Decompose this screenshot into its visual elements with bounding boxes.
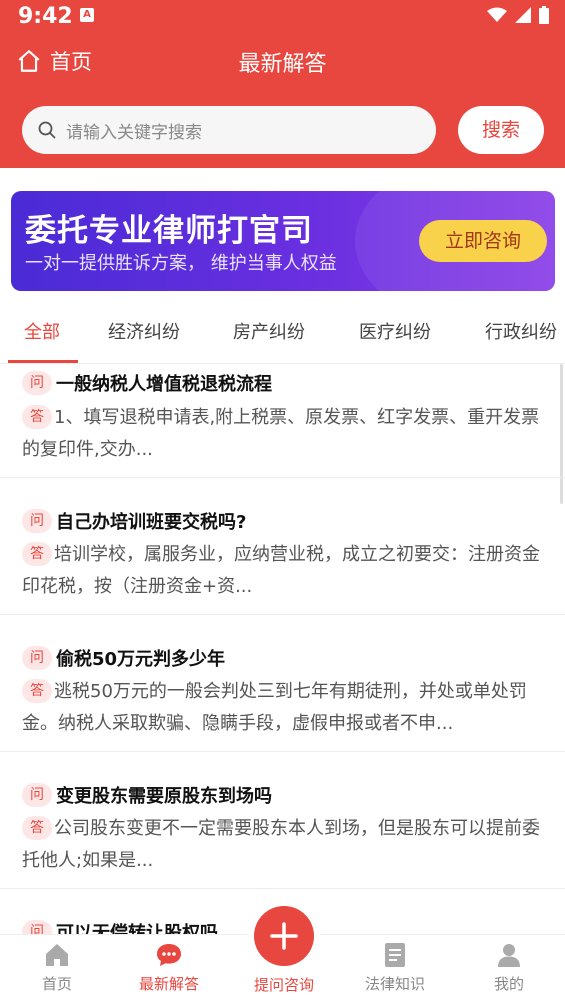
nav-home-label: 首页 [41, 975, 72, 993]
nav-latest-label: 最新解答 [138, 975, 199, 993]
answer-snippet: 答 1、填写退税申请表,附上税票、原发票、红字发票、重开发票的复印件,交办... [22, 402, 542, 466]
answer-snippet: 答培训学校，属服务业，应纳营业税，成立之初要交：注册资金印花税，按（注册资金+资… [22, 539, 542, 603]
category-tabs: 全部 经济纠纷 房产纠纷 医疗纠纷 行政纠纷 [0, 306, 565, 364]
book-icon [385, 943, 405, 967]
search-input[interactable]: 请输入关键字搜索 [22, 106, 436, 154]
status-time: 9:42 [18, 4, 73, 29]
question-badge: 问 [22, 646, 52, 670]
user-icon [498, 944, 520, 967]
list-item[interactable]: 问 一般纳税人增值税退税流程 答 1、填写退税申请表,附上税票、原发票、红字发票、… [0, 364, 565, 478]
header: 9:42 A 最新解答 首页 请输入关键字搜索 搜索 [0, 0, 565, 168]
answer-badge: 答 [22, 542, 52, 566]
search-row: 请输入关键字搜索 搜索 [0, 104, 565, 156]
question-title: 偷税50万元判多少年 [56, 649, 226, 670]
tab-economic[interactable]: 经济纠纷 [108, 318, 180, 344]
search-button[interactable]: 搜索 [458, 106, 544, 154]
tab-medical[interactable]: 医疗纠纷 [359, 318, 431, 344]
nav-home[interactable]: 首页 [12, 941, 102, 994]
promo-banner[interactable]: 委托专业律师打官司 一对一提供胜诉方案， 维护当事人权益 立即咨询 [11, 191, 555, 291]
home-icon [18, 50, 40, 72]
nav-legal-knowledge[interactable]: 法律知识 [350, 941, 440, 994]
answer-badge: 答 [22, 679, 52, 703]
question-line: 问 变更股东需要原股东到场吗 [22, 782, 272, 808]
question-badge: 问 [22, 509, 52, 533]
question-badge: 问 [22, 371, 52, 395]
plus-icon [270, 922, 298, 950]
nav-mine[interactable]: 我的 [464, 941, 554, 994]
question-title: 一般纳税人增值税退税流程 [56, 374, 272, 395]
answer-badge: 答 [22, 405, 52, 429]
status-bar: 9:42 A [0, 0, 565, 34]
question-line: 问 一般纳税人增值税退税流程 [22, 370, 272, 396]
list-item[interactable]: 问 变更股东需要原股东到场吗 答公司股东变更不一定需要股东本人到场，但是股东可以… [0, 752, 565, 889]
home-icon [46, 944, 68, 966]
nav-bar: 最新解答 首页 [0, 40, 565, 84]
answer-snippet: 答公司股东变更不一定需要股东本人到场，但是股东可以提前委托他人;如果是... [22, 813, 542, 877]
wifi-icon [487, 7, 507, 22]
question-title: 自己办培训班要交税吗? [56, 512, 247, 533]
list-item[interactable]: 问 自己办培训班要交税吗? 答培训学校，属服务业，应纳营业税，成立之初要交：注册… [0, 478, 565, 615]
home-label: 首页 [50, 50, 92, 74]
tab-underline [8, 360, 78, 363]
status-icons [487, 6, 549, 24]
answer-snippet: 答逃税50万元的一般会判处三到七年有期徒刑，并处或单处罚金。纳税人采取欺骗、隐瞒… [22, 676, 542, 740]
question-line: 问 自己办培训班要交税吗? [22, 508, 246, 534]
home-link[interactable]: 首页 [16, 46, 92, 76]
tab-property[interactable]: 房产纠纷 [233, 318, 305, 344]
banner-subtitle: 一对一提供胜诉方案， 维护当事人权益 [25, 253, 337, 274]
nav-latest-answers[interactable]: 最新解答 [124, 941, 214, 994]
chat-icon [157, 944, 181, 966]
answer-badge: 答 [22, 816, 52, 840]
question-title: 变更股东需要原股东到场吗 [56, 786, 272, 807]
battery-icon [539, 6, 549, 24]
nav-mine-label: 我的 [493, 975, 524, 993]
consult-now-button[interactable]: 立即咨询 [419, 220, 547, 262]
signal-icon [515, 7, 531, 23]
ask-question-label[interactable]: 提问咨询 [238, 974, 330, 995]
answer-text: 逃税50万元的一般会判处三到七年有期徒刑，并处或单处罚金。纳税人采取欺骗、隐瞒手… [22, 681, 527, 734]
search-placeholder: 请输入关键字搜索 [66, 122, 202, 143]
tab-all[interactable]: 全部 [24, 318, 60, 344]
answer-text: 公司股东变更不一定需要股东本人到场，但是股东可以提前委托他人;如果是... [22, 818, 540, 871]
list-item[interactable]: 问 偷税50万元判多少年 答逃税50万元的一般会判处三到七年有期徒刑，并处或单处… [0, 615, 565, 752]
question-badge: 问 [22, 783, 52, 807]
nav-knowledge-label: 法律知识 [364, 975, 425, 993]
tab-administrative[interactable]: 行政纠纷 [485, 318, 557, 344]
search-icon [38, 121, 56, 139]
ask-question-button[interactable] [254, 906, 314, 966]
question-line: 问 偷税50万元判多少年 [22, 645, 225, 671]
banner-title: 委托专业律师打官司 [25, 213, 313, 249]
answer-text: 1、填写退税申请表,附上税票、原发票、红字发票、重开发票的复印件,交办... [22, 407, 540, 460]
answer-text: 培训学校，属服务业，应纳营业税，成立之初要交：注册资金印花税，按（注册资金+资.… [22, 544, 540, 597]
notification-icon: A [80, 8, 94, 22]
